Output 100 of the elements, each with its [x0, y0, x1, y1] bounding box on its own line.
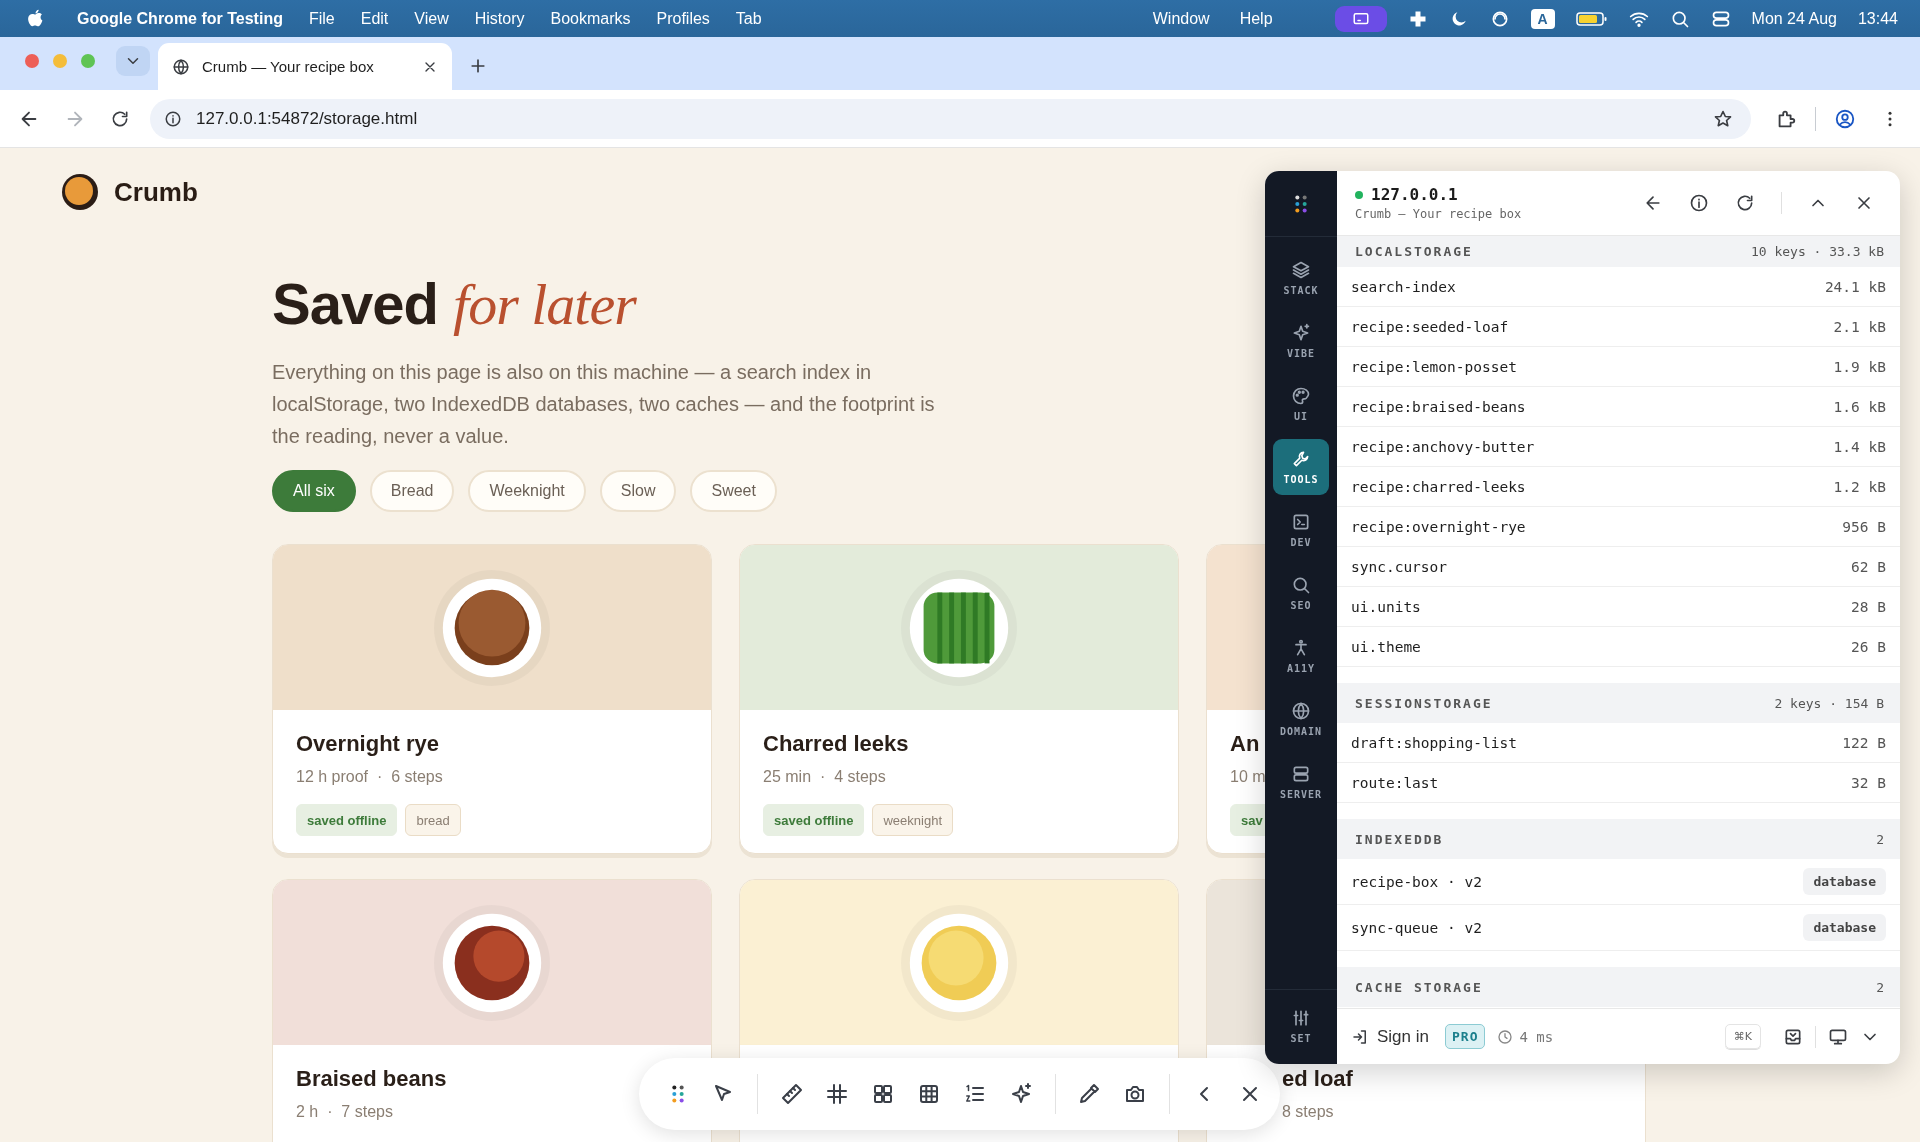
recipe-meta: 10 m [1230, 767, 1266, 787]
info-icon[interactable] [164, 109, 182, 128]
sidebar-tab[interactable]: A11Y [1273, 628, 1329, 684]
storage-size: 1.9 kB [1833, 358, 1886, 375]
storage-row[interactable]: recipe-box · v2 database [1337, 859, 1900, 905]
info-icon[interactable] [1689, 193, 1709, 213]
storage-key: recipe:braised-beans [1351, 398, 1526, 415]
menu-item[interactable]: Profiles [656, 9, 710, 28]
app-menu[interactable]: Google Chrome for Testing [77, 9, 283, 28]
host-name: 127.0.0.1 [1371, 185, 1458, 204]
menu-item[interactable]: History [474, 9, 525, 28]
sidebar-tab[interactable]: UI [1273, 376, 1329, 432]
page-title: Crumb — Your recipe box [1355, 207, 1523, 221]
layers-icon [1291, 260, 1311, 280]
filter-chip[interactable]: Bread [369, 470, 455, 512]
storage-row[interactable]: draft:shopping-list 122 B [1337, 723, 1900, 763]
globe-icon [172, 57, 190, 76]
recipe-tag: saved offline [296, 804, 398, 836]
storage-row[interactable]: search-index 24.1 kB [1337, 267, 1900, 307]
battery-icon[interactable] [1575, 10, 1608, 27]
sidebar-tab[interactable]: STACK [1273, 250, 1329, 306]
plan-badge: PRO [1445, 1024, 1486, 1049]
storage-row[interactable]: sync.cursor 62 B [1337, 547, 1900, 587]
section-summary: 10 keys · 33.3 kB [1750, 244, 1884, 259]
storage-key: sync.cursor [1351, 558, 1448, 575]
storage-key: ui.units [1351, 598, 1421, 615]
logo-icon[interactable] [60, 172, 100, 212]
close-window-button[interactable] [25, 54, 39, 68]
reload-icon[interactable] [1735, 193, 1755, 213]
recipe-title: Charred leeks [763, 730, 909, 758]
storage-row[interactable]: route:last 32 B [1337, 763, 1900, 803]
recipe-tag: saved offline [763, 804, 865, 836]
page-title: Saved [272, 271, 438, 336]
screen-share-icon[interactable] [1334, 5, 1387, 32]
sparkle-icon [1291, 323, 1311, 343]
filter-chip[interactable]: All six [272, 470, 356, 512]
input-source[interactable]: A [1530, 8, 1555, 29]
wrench-icon [1291, 449, 1311, 469]
storage-size: 26 B [1851, 638, 1886, 655]
tab-title: Crumb — Your recipe box [202, 58, 375, 75]
reload-icon[interactable] [110, 108, 130, 129]
intro-paragraph: Everything on this page is also on this machine — a search index in localStorage, two IndexedDB databases, two caches — and the footprint is the reading, never a value. [272, 360, 936, 449]
storage-key: sync-queue · v2 [1351, 919, 1482, 936]
section-title: INDEXEDDB [1355, 831, 1444, 847]
menubar-date: Mon 24 Aug [1751, 9, 1837, 28]
recipe-title: An [1230, 730, 1260, 758]
storage-row[interactable]: recipe:anchovy-butter 1.4 kB [1337, 427, 1900, 467]
filter-chip[interactable]: Sweet [690, 470, 777, 512]
storage-row[interactable]: recipe:braised-beans 1.6 kB [1337, 387, 1900, 427]
section-title: LOCALSTORAGE [1355, 244, 1473, 259]
star-icon[interactable] [1713, 108, 1733, 129]
site-name[interactable]: Crumb [114, 176, 198, 208]
sidebar-tab[interactable]: DEV [1273, 502, 1329, 558]
filter-chip[interactable]: Slow [599, 470, 677, 512]
storage-row[interactable]: recipe:seeded-loaf 2.1 kB [1337, 307, 1900, 347]
palette-icon [1291, 386, 1311, 406]
profile-icon[interactable] [1834, 107, 1856, 130]
sidebar-tab[interactable]: VIBE [1273, 313, 1329, 369]
search-icon [1291, 575, 1311, 595]
storage-size: 32 B [1851, 774, 1886, 791]
menu-item[interactable]: View [414, 9, 449, 28]
sidebar-tab[interactable]: SERVER [1273, 754, 1329, 810]
storage-size: 2.1 kB [1833, 318, 1886, 335]
menubar-time: 13:44 [1857, 9, 1898, 28]
storage-key: recipe:charred-leeks [1351, 478, 1526, 495]
globe-icon [1291, 701, 1311, 721]
address-field[interactable]: 127.0.0.1:54872/storage.html [150, 98, 1751, 139]
settings-tab[interactable]: SET [1273, 998, 1329, 1054]
sidebar-tab[interactable]: SEO [1273, 565, 1329, 621]
section-summary: 2 keys · 154 B [1774, 695, 1884, 711]
storage-size: 122 B [1842, 734, 1886, 751]
storage-key: recipe:seeded-loaf [1351, 318, 1509, 335]
sign-in-icon[interactable] [1351, 1027, 1369, 1046]
ruler-icon[interactable] [779, 1082, 804, 1106]
filter-chip[interactable]: Weeknight [468, 470, 586, 512]
section-title: CACHE STORAGE [1355, 979, 1483, 995]
storage-row[interactable]: ui.units 28 B [1337, 587, 1900, 627]
storage-row[interactable]: recipe:overnight-rye 956 B [1337, 507, 1900, 547]
storage-key: route:last [1351, 774, 1439, 791]
storage-row[interactable]: ui.theme 26 B [1337, 627, 1900, 667]
frame-icon[interactable] [825, 1082, 850, 1106]
sidebar-tab[interactable]: DOMAIN [1273, 691, 1329, 747]
recipe-card[interactable]: Braised beans 2 h · 7 steps [272, 879, 712, 1142]
storage-key: draft:shopping-list [1351, 734, 1517, 751]
menu-item[interactable]: Window [1152, 9, 1210, 28]
sign-in-link[interactable]: Sign in [1377, 1026, 1429, 1047]
storage-size: 1.2 kB [1833, 478, 1886, 495]
browser-tab[interactable]: Crumb — Your recipe box [158, 43, 452, 90]
menu-item[interactable]: Tab [735, 9, 762, 28]
storage-row[interactable]: recipe:charred-leeks 1.2 kB [1337, 467, 1900, 507]
menu-item[interactable]: File [308, 9, 335, 28]
storage-row[interactable]: sync-queue · v2 database [1337, 905, 1900, 951]
recipe-title: Braised beans [296, 1065, 447, 1093]
menu-item[interactable]: Bookmarks [550, 9, 631, 28]
shortcut-key[interactable]: ⌘K [1724, 1024, 1761, 1049]
menu-item[interactable]: Edit [360, 9, 389, 28]
menu-item[interactable]: Help [1239, 9, 1273, 28]
sidebar-tab[interactable]: TOOLS [1273, 439, 1329, 495]
storage-size: 28 B [1851, 598, 1886, 615]
storage-row[interactable]: recipe:lemon-posset 1.9 kB [1337, 347, 1900, 387]
